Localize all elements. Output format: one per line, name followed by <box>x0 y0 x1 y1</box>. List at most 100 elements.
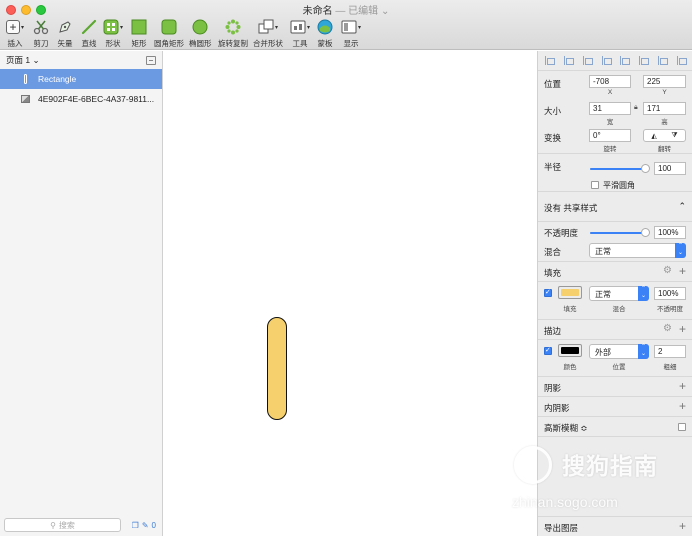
flip-caption: 翻转 <box>658 146 671 153</box>
radius-slider[interactable] <box>590 164 650 173</box>
shapes-button[interactable]: ▾ 形状 <box>103 18 123 49</box>
width-field[interactable]: 31 <box>589 102 631 115</box>
rounded-rectangle-icon <box>161 19 177 35</box>
smooth-corners-checkbox[interactable] <box>591 181 599 189</box>
blend-mode-select[interactable]: 正常 ⌃ ⌄ <box>589 243 686 258</box>
distribute-horizontal-icon[interactable] <box>544 56 556 65</box>
align-center-horizontal-icon[interactable] <box>601 56 612 65</box>
thickness-caption: 粗细 <box>663 364 677 371</box>
border-position-value: 外部 <box>595 348 611 357</box>
rotation-field[interactable]: 0° <box>589 129 631 142</box>
position-y-field[interactable]: 225 <box>643 75 686 88</box>
add-export-icon[interactable]: + <box>679 520 686 532</box>
distribute-vertical-icon[interactable] <box>563 56 575 65</box>
view-button[interactable]: ▾ 显示 <box>341 18 361 49</box>
tools-button[interactable]: ▾ 工具 <box>290 18 310 49</box>
x-caption: X <box>607 89 613 96</box>
layer-name: Rectangle <box>38 74 77 84</box>
align-top-icon[interactable] <box>638 56 650 65</box>
add-border-icon[interactable]: + <box>679 323 686 335</box>
radius-section: 半径 100 平滑圆角 <box>538 154 692 192</box>
layer-image[interactable]: 4E902F4E-6BEC-4A37-9811... <box>0 89 162 109</box>
fill-enabled-checkbox[interactable] <box>544 288 552 297</box>
opacity-slider[interactable] <box>590 228 650 237</box>
watermark-text: 搜狗指南 <box>562 453 658 479</box>
add-shadow-icon[interactable]: + <box>679 380 686 392</box>
radius-field[interactable]: 100 <box>654 162 686 175</box>
border-header: 描边 ⚙ + <box>538 320 692 340</box>
blur-enabled-checkbox[interactable] <box>678 423 686 431</box>
layer-name: 4E902F4E-6BEC-4A37-9811... <box>38 94 155 104</box>
add-fill-icon[interactable]: + <box>679 265 686 277</box>
position-x-field[interactable]: -708 <box>589 75 631 88</box>
design-canvas[interactable] <box>163 51 537 536</box>
page-selector[interactable]: 页面 1 ⌄ <box>0 51 162 69</box>
flip-vertical-icon[interactable]: ⧩ <box>671 132 677 140</box>
insert-button[interactable]: + ▾ 插入 <box>6 18 24 49</box>
shapes-icon <box>103 19 119 35</box>
add-page-icon[interactable] <box>146 55 156 65</box>
line-button[interactable]: 直线 <box>81 18 97 49</box>
rounded-rectangle-button[interactable]: 圆角矩形 <box>154 18 184 49</box>
inner-shadow-label: 内阴影 <box>544 403 570 413</box>
combine-shapes-button[interactable]: ▾ 合并形状 <box>253 18 283 49</box>
opacity-field[interactable]: 100% <box>654 226 686 239</box>
gear-icon[interactable]: ⚙ <box>663 324 672 334</box>
rectangle-button[interactable]: 矩形 <box>131 18 147 49</box>
inner-shadow-header: 内阴影 + <box>538 397 692 417</box>
gear-icon[interactable]: ⚙ <box>663 266 672 276</box>
alignment-toolbar <box>538 51 692 71</box>
rotate-copy-icon <box>225 19 241 35</box>
duplicate-icon[interactable]: ❐ <box>132 521 139 530</box>
pen-vector-icon <box>59 21 71 33</box>
flip-buttons[interactable]: ◭ ⧩ <box>643 129 686 142</box>
align-bottom-icon[interactable] <box>676 56 687 65</box>
brush-icon[interactable]: ✎ <box>142 521 149 530</box>
fill-color-swatch[interactable] <box>558 286 582 299</box>
document-title[interactable]: 未命名 — 已编辑 ⌄ <box>0 2 692 17</box>
rectangle-shape[interactable] <box>267 317 287 420</box>
border-color-swatch[interactable] <box>558 344 582 357</box>
title-chevron-icon: ⌄ <box>380 6 390 17</box>
border-thickness-field[interactable]: 2 <box>654 345 686 358</box>
tools-icon <box>290 20 306 34</box>
opacity-caption: 不透明度 <box>657 306 683 313</box>
blend-caption: 混合 <box>612 306 626 313</box>
scissors-button[interactable]: 剪刀 <box>33 18 49 49</box>
fill-caption: 填充 <box>563 306 577 313</box>
sogou-logo <box>514 446 552 484</box>
mask-button[interactable]: 蒙板 <box>317 18 333 49</box>
align-right-icon[interactable] <box>619 56 631 65</box>
view-icon <box>341 20 357 34</box>
fill-blend-select[interactable]: 正常 ⌃ ⌄ <box>589 286 649 301</box>
page-name: 页面 1 <box>6 55 31 65</box>
window-titlebar: 未命名 — 已编辑 ⌄ + ▾ 插入 剪刀 矢量 直线 ▾ 形状 矩形 圆角矩形… <box>0 0 692 50</box>
fill-opacity-field[interactable]: 100% <box>654 287 686 300</box>
smooth-corners-label: 平滑圆角 <box>603 181 635 190</box>
oval-button[interactable]: 椭圆形 <box>189 18 212 49</box>
align-left-icon[interactable] <box>582 56 593 65</box>
rectangle-layer-icon <box>24 74 27 84</box>
transform-label: 变换 <box>544 133 562 143</box>
border-position-select[interactable]: 外部 ⌃ ⌄ <box>589 344 649 359</box>
vector-pen-button[interactable]: 矢量 <box>57 18 73 49</box>
opacity-slider-knob[interactable] <box>641 228 650 237</box>
add-inner-shadow-icon[interactable]: + <box>679 400 686 412</box>
layers-sidebar: 页面 1 ⌄ Rectangle 4E902F4E-6BEC-4A37-9811… <box>0 51 163 536</box>
border-enabled-checkbox[interactable] <box>544 346 552 355</box>
insert-plus-icon: + <box>6 20 20 34</box>
radius-slider-knob[interactable] <box>641 164 650 173</box>
height-field[interactable]: 171 <box>643 102 686 115</box>
align-middle-icon[interactable] <box>657 56 668 65</box>
flip-horizontal-icon[interactable]: ◭ <box>651 132 656 140</box>
search-placeholder: 搜索 <box>58 520 75 530</box>
lock-icon[interactable]: 🔒︎ <box>634 104 638 112</box>
layer-search-input[interactable]: ⚲ 搜索 <box>4 518 121 532</box>
rectangle-icon <box>131 19 147 35</box>
watermark-url: zhinan.sogo.com <box>512 494 618 510</box>
gaussian-blur-label[interactable]: 高斯模糊 ≎ <box>544 422 587 434</box>
opacity-label: 不透明度 <box>544 228 579 238</box>
shared-style-section[interactable]: 没有 共享样式 ⌃ <box>538 192 692 222</box>
layer-rectangle[interactable]: Rectangle <box>0 69 162 89</box>
rotate-copy-button[interactable]: 旋转复制 <box>218 18 248 49</box>
